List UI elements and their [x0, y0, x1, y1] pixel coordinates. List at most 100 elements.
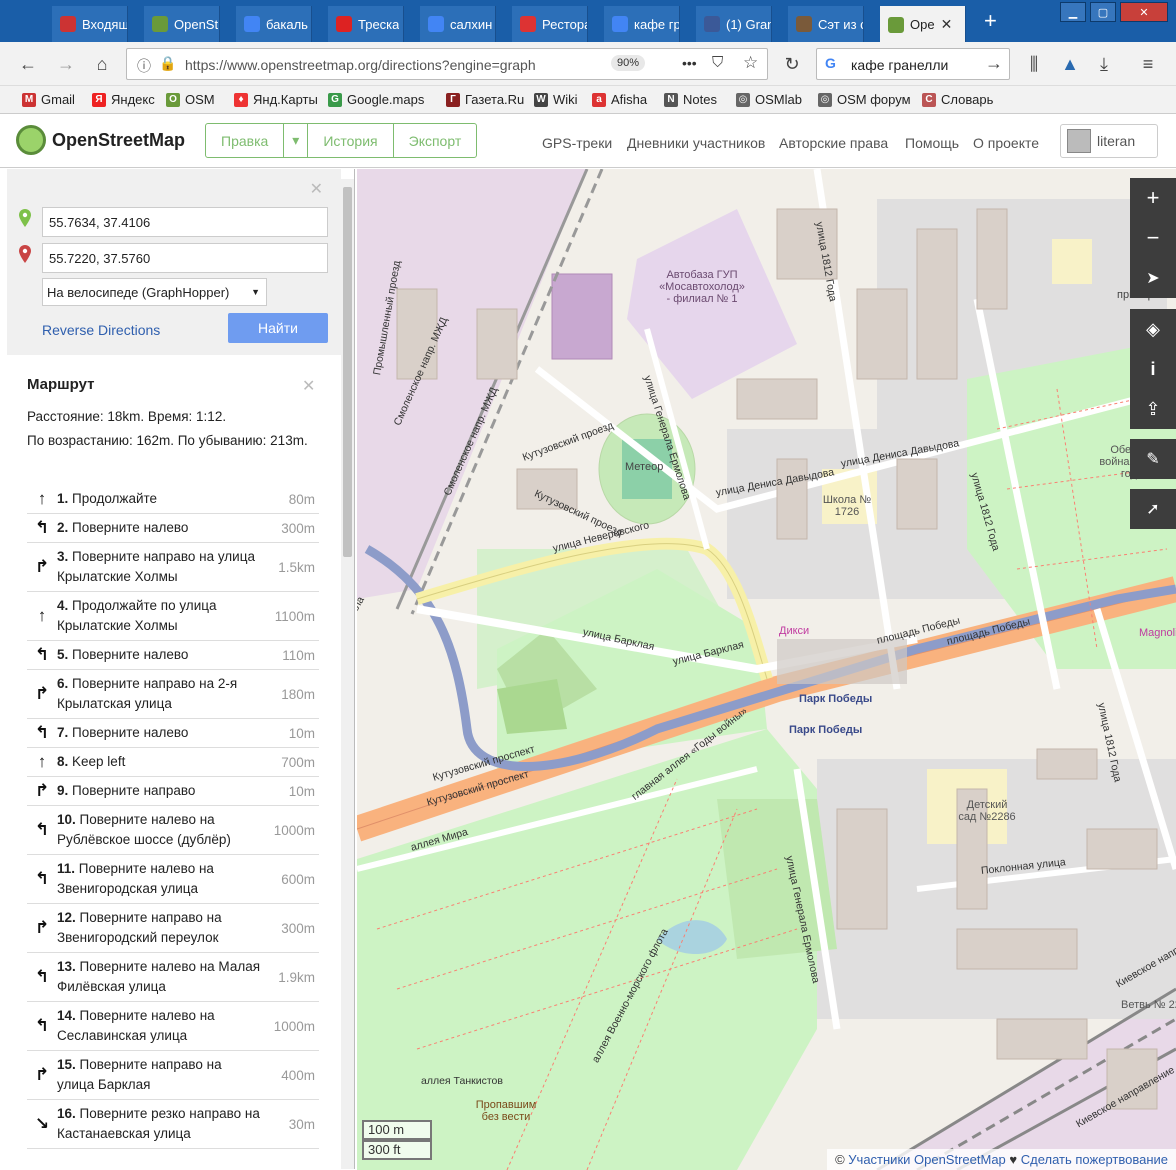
- bookmark-label: Afisha: [611, 92, 648, 107]
- browser-tab[interactable]: OpenSt: [144, 6, 220, 42]
- map-poi-label: Ветвь № 22: [1121, 999, 1176, 1011]
- bookmark-item[interactable]: ◎ OSMlab: [736, 92, 802, 107]
- browser-tab[interactable]: Входящ: [52, 6, 128, 42]
- routing-engine-select[interactable]: На велосипеде (GraphHopper) ▼: [42, 278, 267, 306]
- close-tab-icon[interactable]: ✕: [941, 16, 953, 33]
- route-step[interactable]: ↑ 1. Продолжайте 80m: [27, 485, 319, 514]
- map-poi-label: Magnolia: [1139, 627, 1176, 639]
- route-step-text: 7. Поверните налево: [57, 719, 261, 747]
- attribution-contributors-link[interactable]: Участники OpenStreetMap: [848, 1152, 1006, 1167]
- browser-tab[interactable]: Сэт из с: [788, 6, 864, 42]
- home-icon[interactable]: ⌂: [90, 52, 114, 76]
- find-route-button[interactable]: Найти: [228, 313, 328, 343]
- edit-button[interactable]: Правка: [206, 124, 285, 157]
- route-step[interactable]: ↰ 5. Поверните налево 110m: [27, 641, 319, 670]
- route-step-text: 10. Поверните налево на Рублёвское шоссе…: [57, 806, 261, 854]
- search-bar[interactable]: G кафе гранелли →: [816, 48, 1010, 80]
- route-step[interactable]: ↰ 7. Поверните налево 10m: [27, 719, 319, 748]
- route-to-input[interactable]: 55.7220, 37.5760: [42, 243, 328, 273]
- bookmark-star-icon[interactable]: ☆: [743, 53, 758, 73]
- menu-icon[interactable]: ≡: [1136, 52, 1160, 76]
- bookmark-item[interactable]: Г Газета.Ru: [446, 92, 524, 107]
- more-actions-icon[interactable]: •••: [682, 55, 697, 71]
- bookmark-item[interactable]: a Afisha: [592, 92, 647, 107]
- route-step[interactable]: ↰ 11. Поверните налево на Звенигородская …: [27, 855, 319, 904]
- route-step-text: 13. Поверните налево на Малая Филёвская …: [57, 953, 261, 1001]
- add-note-icon[interactable]: ✎: [1130, 439, 1176, 479]
- close-window-button[interactable]: ✕: [1120, 2, 1168, 22]
- share-icon[interactable]: ⇪: [1130, 389, 1176, 429]
- map-info-icon[interactable]: i: [1130, 349, 1176, 389]
- maximize-button[interactable]: ▢: [1090, 2, 1116, 22]
- close-directions-icon[interactable]: ✕: [310, 179, 323, 199]
- edit-dropdown-icon[interactable]: ▾: [284, 124, 309, 157]
- browser-tab[interactable]: салхин: [420, 6, 496, 42]
- route-step[interactable]: ↱ 15. Поверните направо на улица Барклая 4…: [27, 1051, 319, 1100]
- osm-logo[interactable]: OpenStreetMap: [16, 125, 185, 155]
- route-step-number: 9.: [57, 783, 69, 798]
- bookmark-item[interactable]: ◎ OSM форум: [818, 92, 911, 107]
- zoom-level[interactable]: 90%: [611, 55, 646, 71]
- bookmark-item[interactable]: Я Яндекс: [92, 92, 155, 107]
- search-input[interactable]: кафе гранелли: [851, 57, 948, 73]
- browser-tab[interactable]: (1) Gran: [696, 6, 772, 42]
- bookmark-item[interactable]: N Notes: [664, 92, 717, 107]
- route-step[interactable]: ↘ 16. Поверните резко направо на Кастанае…: [27, 1100, 319, 1149]
- new-tab-button[interactable]: +: [984, 8, 997, 34]
- bookmark-item[interactable]: O OSM: [166, 92, 215, 107]
- info-icon[interactable]: ⓘ: [137, 56, 151, 76]
- bookmark-item[interactable]: M Gmail: [22, 92, 75, 107]
- reload-icon[interactable]: ↻: [780, 52, 804, 76]
- layers-icon[interactable]: ◈: [1130, 309, 1176, 349]
- route-step[interactable]: ↑ 4. Продолжайте по улица Крылатские Холм…: [27, 592, 319, 641]
- route-step[interactable]: ↱ 6. Поверните направо на 2-я Крылатская …: [27, 670, 319, 719]
- nav-copyright[interactable]: Авторские права: [779, 135, 888, 151]
- url-bar[interactable]: ⓘ 🔒 https://www.openstreetmap.org/direct…: [126, 48, 768, 80]
- browser-tab[interactable]: Ope ✕: [880, 6, 966, 43]
- back-icon[interactable]: ←: [16, 52, 40, 76]
- route-from-input[interactable]: 55.7634, 37.4106: [42, 207, 328, 237]
- sidebar-scrollbar[interactable]: [341, 179, 354, 1169]
- search-go-icon[interactable]: →: [985, 53, 1003, 74]
- query-features-icon[interactable]: ➚: [1130, 489, 1176, 529]
- route-step[interactable]: ↰ 2. Поверните налево 300m: [27, 514, 319, 543]
- nav-gps-traces[interactable]: GPS-треки: [542, 135, 612, 151]
- scrollbar-thumb[interactable]: [343, 187, 352, 557]
- search-engine-icon[interactable]: G: [825, 55, 836, 71]
- route-step[interactable]: ↑ 8. Keep left 700m: [27, 748, 319, 777]
- downloads-icon[interactable]: ⤓: [1092, 52, 1116, 76]
- route-step[interactable]: ↰ 13. Поверните налево на Малая Филёвская…: [27, 953, 319, 1002]
- nav-diaries[interactable]: Дневники участников: [627, 135, 765, 151]
- user-menu[interactable]: literan: [1060, 124, 1158, 158]
- route-step[interactable]: ↰ 14. Поверните налево на Сеславинская ул…: [27, 1002, 319, 1051]
- route-step[interactable]: ↰ 10. Поверните налево на Рублёвское шосс…: [27, 806, 319, 855]
- route-step[interactable]: ↱ 12. Поверните направо на Звенигородский…: [27, 904, 319, 953]
- route-step[interactable]: ↱ 3. Поверните направо на улица Крылатски…: [27, 543, 319, 592]
- forward-icon[interactable]: →: [54, 52, 78, 76]
- route-step[interactable]: ↱ 9. Поверните направо 10m: [27, 777, 319, 806]
- browser-tab[interactable]: Рестора: [512, 6, 588, 42]
- browser-tab[interactable]: бакаль: [236, 6, 312, 42]
- nav-about[interactable]: О проекте: [973, 135, 1039, 151]
- export-button[interactable]: Экспорт: [394, 124, 477, 157]
- library-icon[interactable]: ⫼: [1022, 52, 1046, 76]
- bookmark-item[interactable]: С Словарь: [922, 92, 993, 107]
- zoom-out-button[interactable]: −: [1130, 218, 1176, 258]
- history-button[interactable]: История: [308, 124, 394, 157]
- bookmark-item[interactable]: W Wiki: [534, 92, 578, 107]
- zoom-in-button[interactable]: +: [1130, 178, 1176, 218]
- locate-icon[interactable]: ➤: [1130, 258, 1176, 298]
- donate-link[interactable]: Сделать пожертвование: [1021, 1152, 1168, 1167]
- browser-tab[interactable]: Треска: [328, 6, 404, 42]
- extension-icon[interactable]: ▲: [1058, 52, 1082, 76]
- close-route-icon[interactable]: ✕: [302, 376, 315, 396]
- bookmark-item[interactable]: ♦ Янд.Карты: [234, 92, 318, 107]
- nav-help[interactable]: Помощь: [905, 135, 959, 151]
- reverse-directions-link[interactable]: Reverse Directions: [42, 322, 160, 338]
- minimize-button[interactable]: ▁: [1060, 2, 1086, 22]
- map-canvas[interactable]: Автобаза ГУП «Мосавтохолод» - филиал № 1…: [357, 169, 1176, 1170]
- pocket-icon[interactable]: ⛉: [712, 54, 723, 71]
- bookmark-item[interactable]: G Google.maps: [328, 92, 424, 107]
- map-poi-label: Автобаза ГУП «Мосавтохолод» - филиал № 1: [659, 269, 745, 305]
- browser-tab[interactable]: кафе гр: [604, 6, 680, 42]
